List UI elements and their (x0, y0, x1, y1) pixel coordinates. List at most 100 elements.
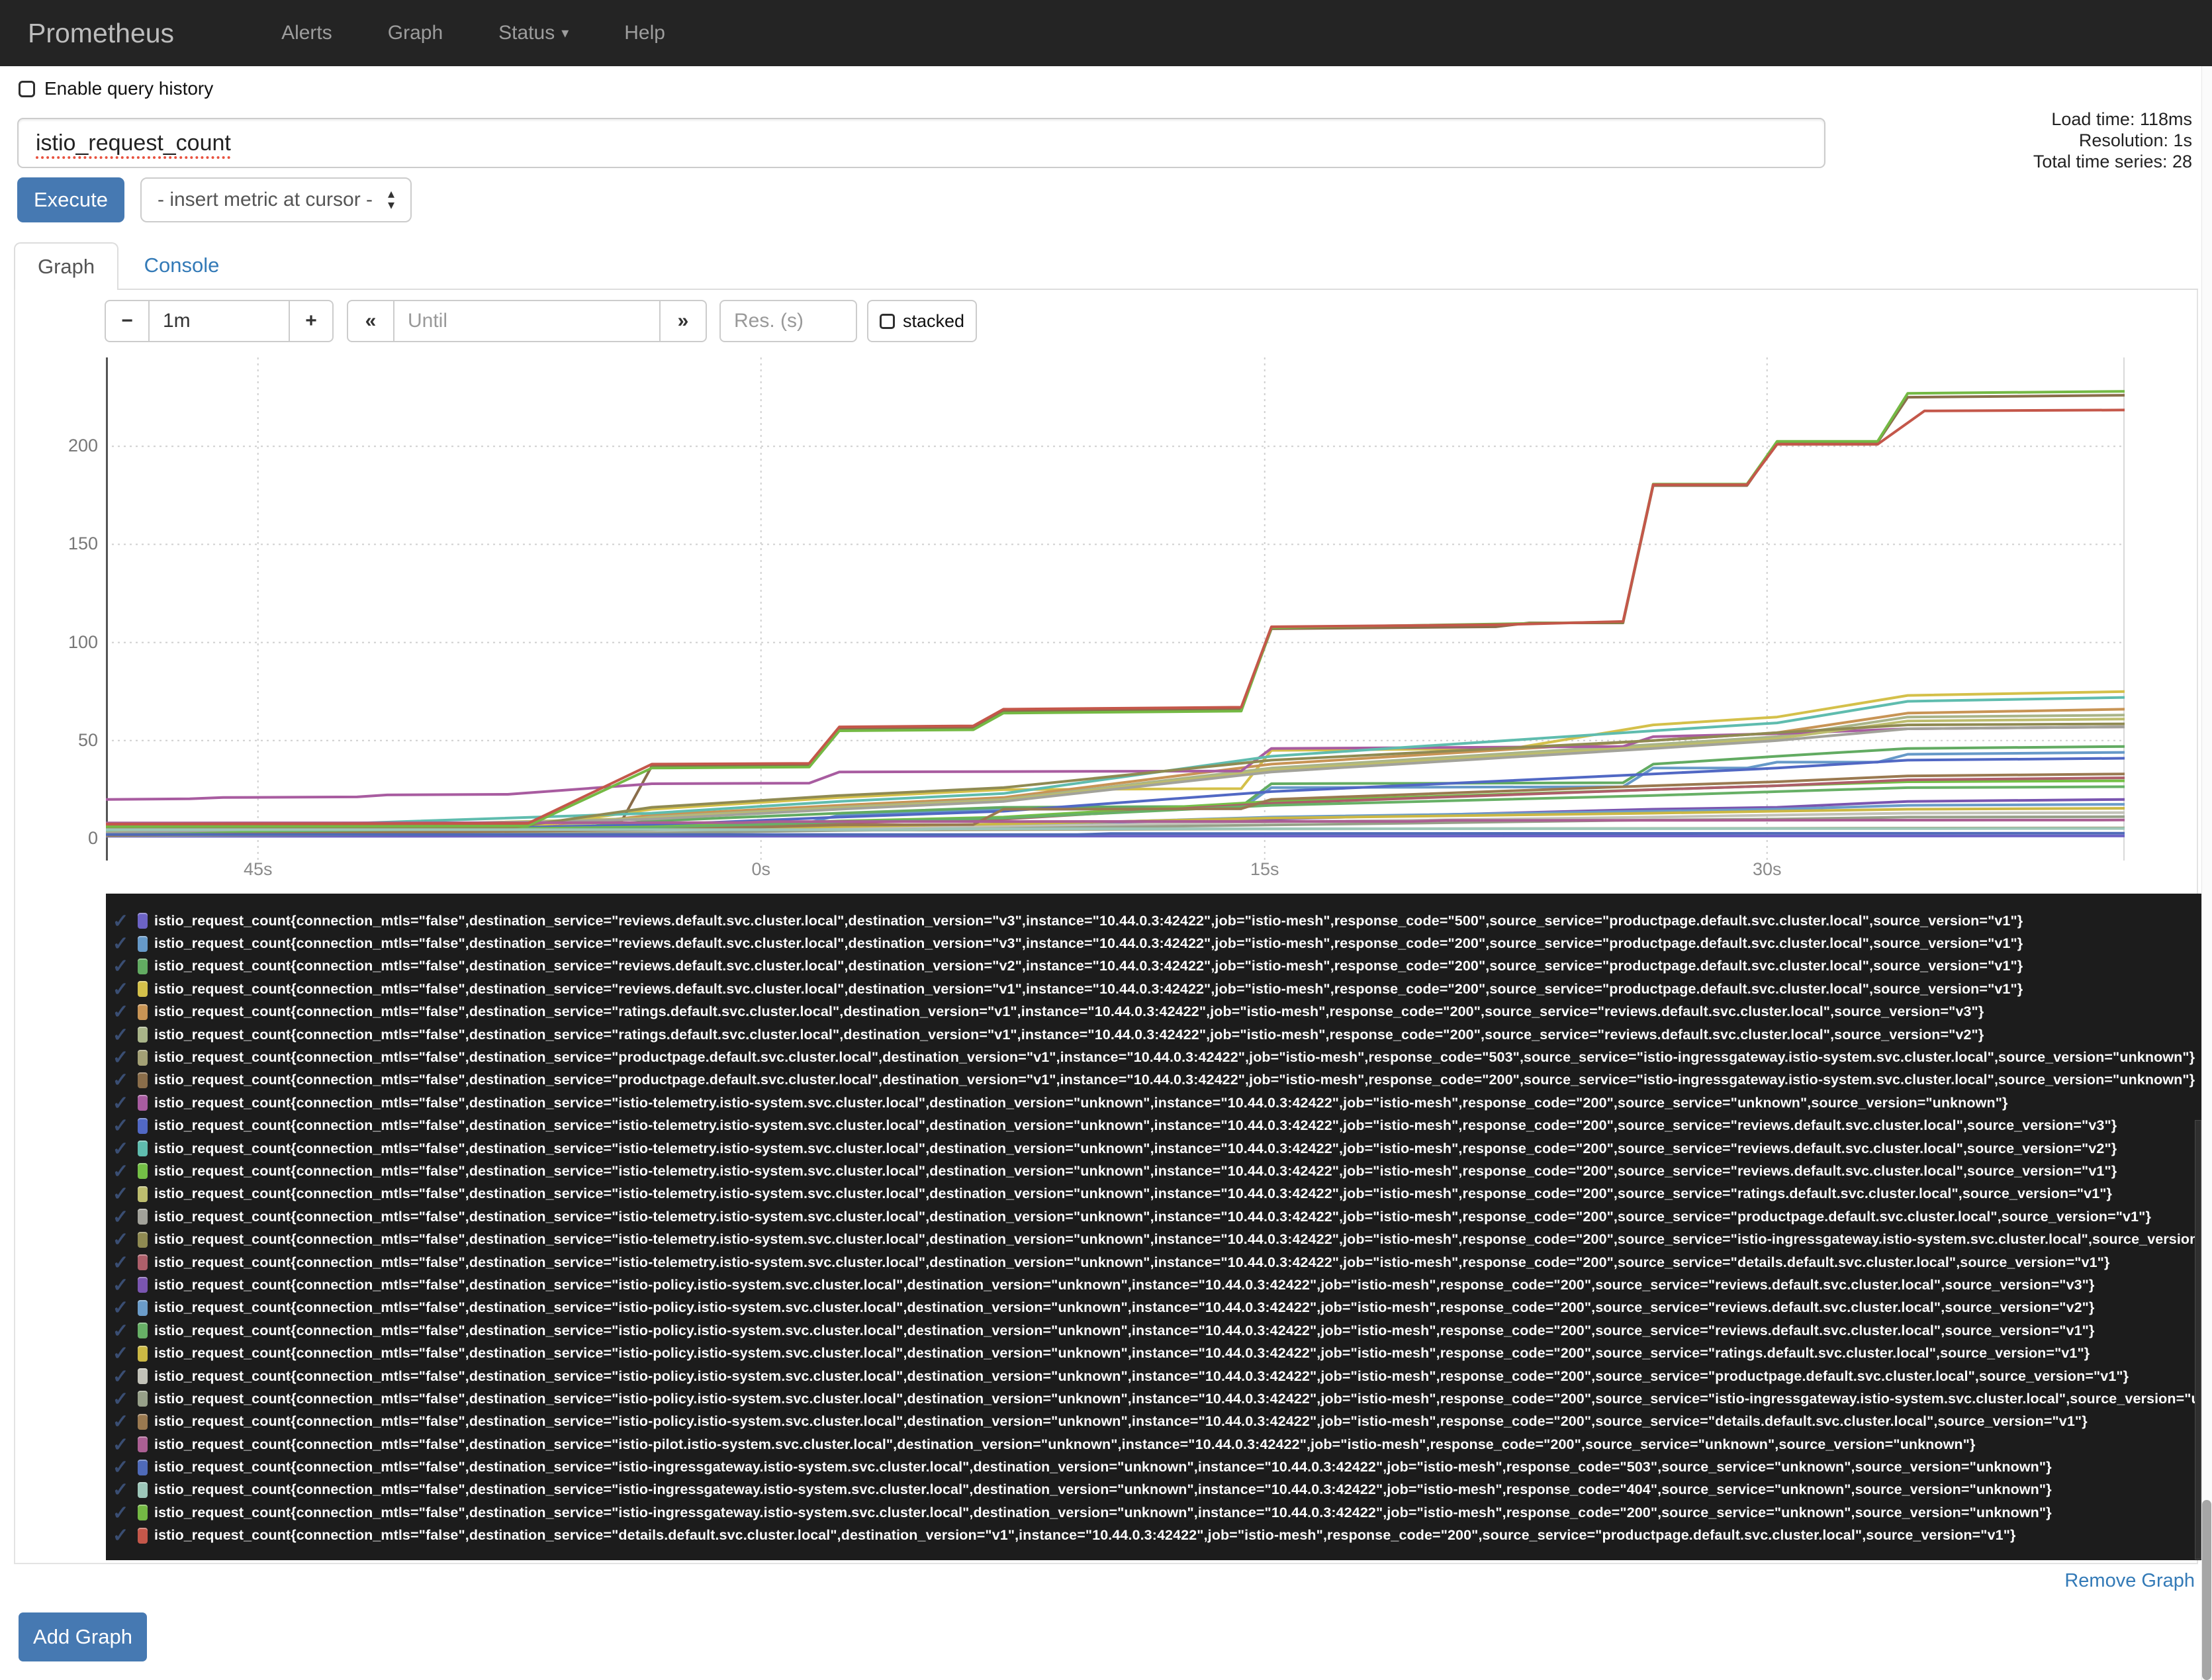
legend-item[interactable]: ✓ istio_request_count{connection_mtls="fa… (113, 1365, 2202, 1387)
legend-item[interactable]: ✓ istio_request_count{connection_mtls="fa… (113, 1456, 2202, 1478)
series-line[interactable] (106, 831, 2125, 836)
legend-item[interactable]: ✓ istio_request_count{connection_mtls="fa… (113, 910, 2202, 932)
check-icon[interactable]: ✓ (113, 1205, 138, 1228)
series-label: istio_request_count{connection_mtls="fal… (154, 1276, 2095, 1293)
range-input[interactable]: 1m (148, 300, 290, 342)
check-icon[interactable]: ✓ (113, 1479, 138, 1501)
check-icon[interactable]: ✓ (113, 910, 138, 932)
check-icon[interactable]: ✓ (113, 1342, 138, 1364)
resolution: Resolution: 1s (2078, 130, 2192, 150)
check-icon[interactable]: ✓ (113, 1456, 138, 1478)
legend-item[interactable]: ✓ istio_request_count{connection_mtls="fa… (113, 978, 2202, 1000)
check-icon[interactable]: ✓ (113, 1001, 138, 1023)
legend-item[interactable]: ✓ istio_request_count{connection_mtls="fa… (113, 1183, 2202, 1205)
remove-graph-link[interactable]: Remove Graph (2064, 1570, 2195, 1592)
legend-item[interactable]: ✓ istio_request_count{connection_mtls="fa… (113, 1411, 2202, 1433)
stacked-checkbox-icon[interactable] (879, 313, 895, 329)
legend-item[interactable]: ✓ istio_request_count{connection_mtls="fa… (113, 1501, 2202, 1524)
legend-item[interactable]: ✓ istio_request_count{connection_mtls="fa… (113, 1274, 2202, 1296)
resolution-input[interactable]: Res. (s) (719, 300, 857, 342)
series-label: istio_request_count{connection_mtls="fal… (154, 1436, 1976, 1452)
legend-item[interactable]: ✓ istio_request_count{connection_mtls="fa… (113, 1319, 2202, 1342)
series-label: istio_request_count{connection_mtls="fal… (154, 1117, 2117, 1134)
check-icon[interactable]: ✓ (113, 1274, 138, 1296)
tab-bar: Graph Console (14, 241, 2198, 291)
legend-item[interactable]: ✓ istio_request_count{connection_mtls="fa… (113, 1001, 2202, 1023)
legend-item[interactable]: ✓ istio_request_count{connection_mtls="fa… (113, 1115, 2202, 1137)
legend-item[interactable]: ✓ istio_request_count{connection_mtls="fa… (113, 1205, 2202, 1228)
check-icon[interactable]: ✓ (113, 1183, 138, 1205)
range-decrease-button[interactable]: − (105, 300, 150, 342)
insert-metric-select[interactable]: - insert metric at cursor - ▴ ▾ (140, 177, 412, 222)
page-scrollbar-thumb[interactable] (2202, 1500, 2211, 1680)
series-color-swatch (138, 1049, 148, 1066)
nav-item-graph[interactable]: Graph (360, 22, 471, 44)
check-icon[interactable]: ✓ (113, 1433, 138, 1456)
check-icon[interactable]: ✓ (113, 1297, 138, 1319)
query-history-toggle[interactable]: Enable query history (19, 78, 213, 99)
series-label: istio_request_count{connection_mtls="fal… (154, 1162, 2117, 1179)
y-tick-label: 50 (77, 729, 98, 750)
legend-item[interactable]: ✓ istio_request_count{connection_mtls="fa… (113, 1342, 2202, 1364)
legend-item[interactable]: ✓ istio_request_count{connection_mtls="fa… (113, 1479, 2202, 1501)
series-color-swatch (138, 1345, 148, 1362)
legend-item[interactable]: ✓ istio_request_count{connection_mtls="fa… (113, 1297, 2202, 1319)
legend-item[interactable]: ✓ istio_request_count{connection_mtls="fa… (113, 1023, 2202, 1046)
tab-console[interactable]: Console (122, 242, 242, 291)
check-icon[interactable]: ✓ (113, 1023, 138, 1046)
legend-item[interactable]: ✓ istio_request_count{connection_mtls="fa… (113, 1228, 2202, 1250)
legend-item[interactable]: ✓ istio_request_count{connection_mtls="fa… (113, 1092, 2202, 1114)
check-icon[interactable]: ✓ (113, 1411, 138, 1433)
graph-canvas[interactable] (106, 357, 2125, 861)
legend-item[interactable]: ✓ istio_request_count{connection_mtls="fa… (113, 1387, 2202, 1410)
range-increase-button[interactable]: + (289, 300, 334, 342)
series-line[interactable] (106, 827, 2125, 831)
check-icon[interactable]: ✓ (113, 1137, 138, 1160)
check-icon[interactable]: ✓ (113, 1524, 138, 1547)
check-icon[interactable]: ✓ (113, 1046, 138, 1068)
check-icon[interactable]: ✓ (113, 932, 138, 955)
check-icon[interactable]: ✓ (113, 1365, 138, 1387)
brand-prometheus[interactable]: Prometheus (28, 18, 174, 49)
series-label: istio_request_count{connection_mtls="fal… (154, 1231, 2202, 1248)
legend-item[interactable]: ✓ istio_request_count{connection_mtls="fa… (113, 1524, 2202, 1547)
stacked-toggle[interactable]: stacked (867, 300, 977, 342)
add-graph-button[interactable]: Add Graph (19, 1612, 147, 1661)
legend-scrollbar[interactable] (2195, 1120, 2201, 1560)
execute-button[interactable]: Execute (17, 177, 124, 222)
check-icon[interactable]: ✓ (113, 955, 138, 978)
time-forward-button[interactable]: » (659, 300, 707, 342)
page-scrollbar-track[interactable] (2201, 66, 2212, 1680)
checkbox-icon[interactable] (19, 80, 35, 97)
legend-item[interactable]: ✓ istio_request_count{connection_mtls="fa… (113, 1433, 2202, 1456)
tab-graph[interactable]: Graph (14, 242, 119, 291)
check-icon[interactable]: ✓ (113, 1160, 138, 1182)
nav-item-help[interactable]: Help (596, 22, 693, 44)
check-icon[interactable]: ✓ (113, 1319, 138, 1342)
check-icon[interactable]: ✓ (113, 1251, 138, 1274)
legend-item[interactable]: ✓ istio_request_count{connection_mtls="fa… (113, 955, 2202, 978)
check-icon[interactable]: ✓ (113, 1115, 138, 1137)
query-input[interactable]: istio_request_count (17, 118, 1825, 168)
legend-item[interactable]: ✓ istio_request_count{connection_mtls="fa… (113, 1137, 2202, 1160)
series-line[interactable] (106, 394, 2125, 827)
check-icon[interactable]: ✓ (113, 978, 138, 1000)
check-icon[interactable]: ✓ (113, 1069, 138, 1092)
series-label: istio_request_count{connection_mtls="fal… (154, 1504, 2052, 1520)
nav-item-status[interactable]: Status ▾ (471, 22, 596, 44)
legend-item[interactable]: ✓ istio_request_count{connection_mtls="fa… (113, 1069, 2202, 1092)
legend-item[interactable]: ✓ istio_request_count{connection_mtls="fa… (113, 1251, 2202, 1274)
series-color-swatch (138, 1141, 148, 1157)
nav-item-alerts[interactable]: Alerts (253, 22, 360, 44)
legend-item[interactable]: ✓ istio_request_count{connection_mtls="fa… (113, 932, 2202, 955)
until-input[interactable]: Until (393, 300, 661, 342)
check-icon[interactable]: ✓ (113, 1387, 138, 1410)
time-back-button[interactable]: « (347, 300, 394, 342)
check-icon[interactable]: ✓ (113, 1228, 138, 1250)
y-tick-label: 100 (68, 631, 98, 652)
legend-item[interactable]: ✓ istio_request_count{connection_mtls="fa… (113, 1046, 2202, 1068)
check-icon[interactable]: ✓ (113, 1092, 138, 1114)
check-icon[interactable]: ✓ (113, 1501, 138, 1524)
legend-item[interactable]: ✓ istio_request_count{connection_mtls="fa… (113, 1160, 2202, 1182)
series-line[interactable] (106, 834, 2125, 838)
